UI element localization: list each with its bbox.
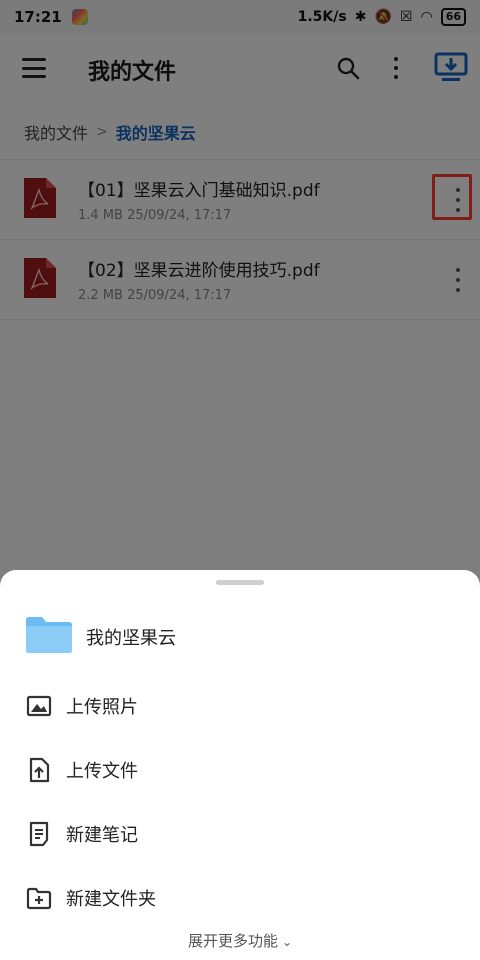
sheet-item-label: 新建笔记: [66, 825, 138, 846]
sheet-item-label: 上传文件: [66, 761, 138, 782]
folder-icon: [26, 617, 72, 653]
upload-file-icon: [29, 757, 50, 783]
drag-handle[interactable]: [216, 580, 264, 585]
sheet-item-label: 上传照片: [66, 697, 138, 718]
note-icon: [29, 821, 49, 847]
expand-more-button[interactable]: 展开更多功能 ⌄: [0, 930, 480, 951]
image-icon: [26, 695, 52, 717]
new-note-button[interactable]: 新建笔记: [0, 806, 480, 862]
sheet-item-label: 新建文件夹: [66, 889, 156, 910]
folder-name: 我的坚果云: [86, 628, 176, 649]
upload-file-button[interactable]: 上传文件: [0, 742, 480, 798]
upload-photo-button[interactable]: 上传照片: [0, 678, 480, 734]
bottom-sheet: 我的坚果云 上传照片 上传文件 新建笔记 新建文件夹 展开更多功能 ⌄: [0, 570, 480, 960]
chevron-down-icon: ⌄: [281, 935, 293, 949]
new-folder-icon: [26, 887, 52, 910]
expand-more-label: 展开更多功能: [187, 932, 278, 950]
new-folder-button[interactable]: 新建文件夹: [0, 870, 480, 926]
